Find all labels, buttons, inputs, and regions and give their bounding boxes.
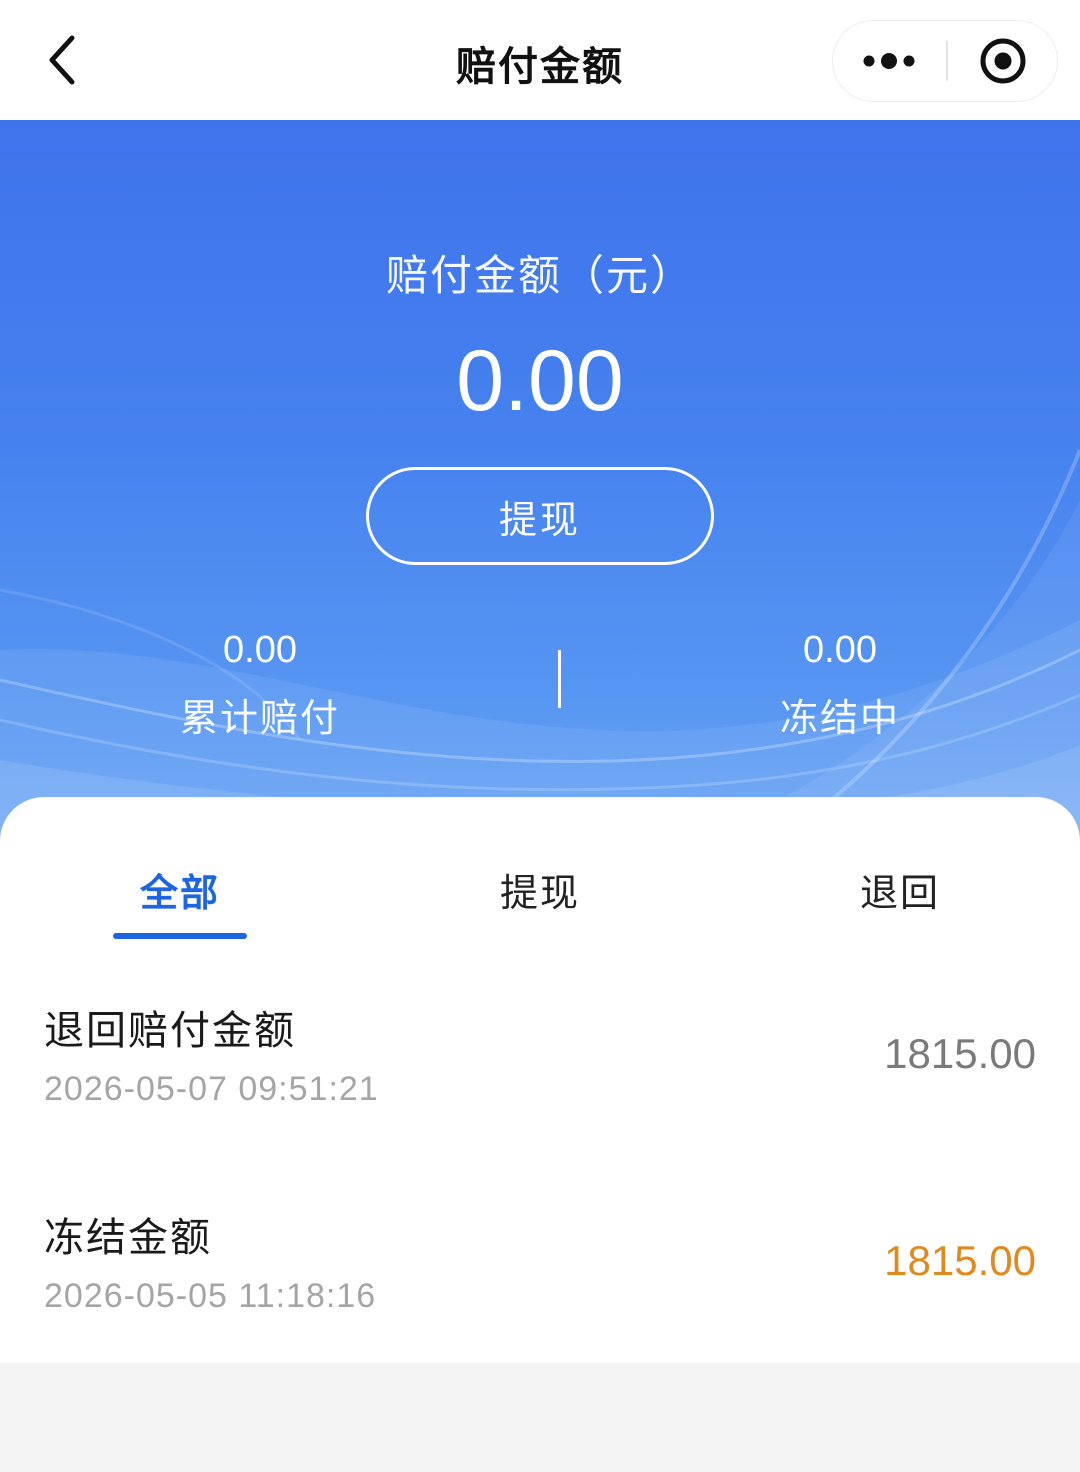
more-dots-icon <box>863 53 915 69</box>
records-card: 全部 提现 退回 退回赔付金额 2026-05-07 09:51:21 1815… <box>0 797 1080 1363</box>
stat-frozen: 0.00 冻结中 <box>690 625 990 742</box>
stat-value: 0.00 <box>803 629 877 671</box>
stat-label: 累计赔付 <box>179 696 340 740</box>
mini-program-capsule <box>832 20 1058 102</box>
record-time: 2026-05-05 11:18:16 <box>44 1277 377 1315</box>
balance-amount: 0.00 <box>456 333 624 429</box>
tab-return[interactable]: 退回 <box>800 862 1000 917</box>
stat-divider <box>558 650 561 708</box>
record-title: 退回赔付金额 <box>44 1008 296 1054</box>
stat-value: 0.00 <box>223 629 297 671</box>
nav-bar: 赔付金额 <box>0 0 1080 120</box>
record-title: 冻结金额 <box>44 1215 212 1261</box>
record-amount: 1815.00 <box>884 1030 1036 1077</box>
list-item[interactable]: 退回赔付金额 2026-05-07 09:51:21 1815.00 <box>0 992 1080 1142</box>
target-close-icon <box>980 38 1026 84</box>
list-item[interactable]: 冻结金额 2026-05-05 11:18:16 1815.00 <box>0 1199 1080 1349</box>
tab-all[interactable]: 全部 <box>80 862 280 917</box>
stat-total-compensation: 0.00 累计赔付 <box>110 625 410 742</box>
record-amount: 1815.00 <box>884 1237 1036 1284</box>
withdraw-button[interactable]: 提现 <box>366 467 714 565</box>
active-tab-indicator <box>113 933 247 939</box>
tab-withdraw[interactable]: 提现 <box>440 862 640 917</box>
close-button[interactable] <box>948 21 1058 101</box>
balance-hero: 赔付金额（元） 0.00 提现 0.00 累计赔付 0.00 冻结中 <box>0 120 1080 840</box>
more-button[interactable] <box>833 21 945 101</box>
balance-label: 赔付金额（元） <box>385 251 694 300</box>
stat-label: 冻结中 <box>779 696 900 740</box>
record-time: 2026-05-07 09:51:21 <box>44 1070 379 1108</box>
